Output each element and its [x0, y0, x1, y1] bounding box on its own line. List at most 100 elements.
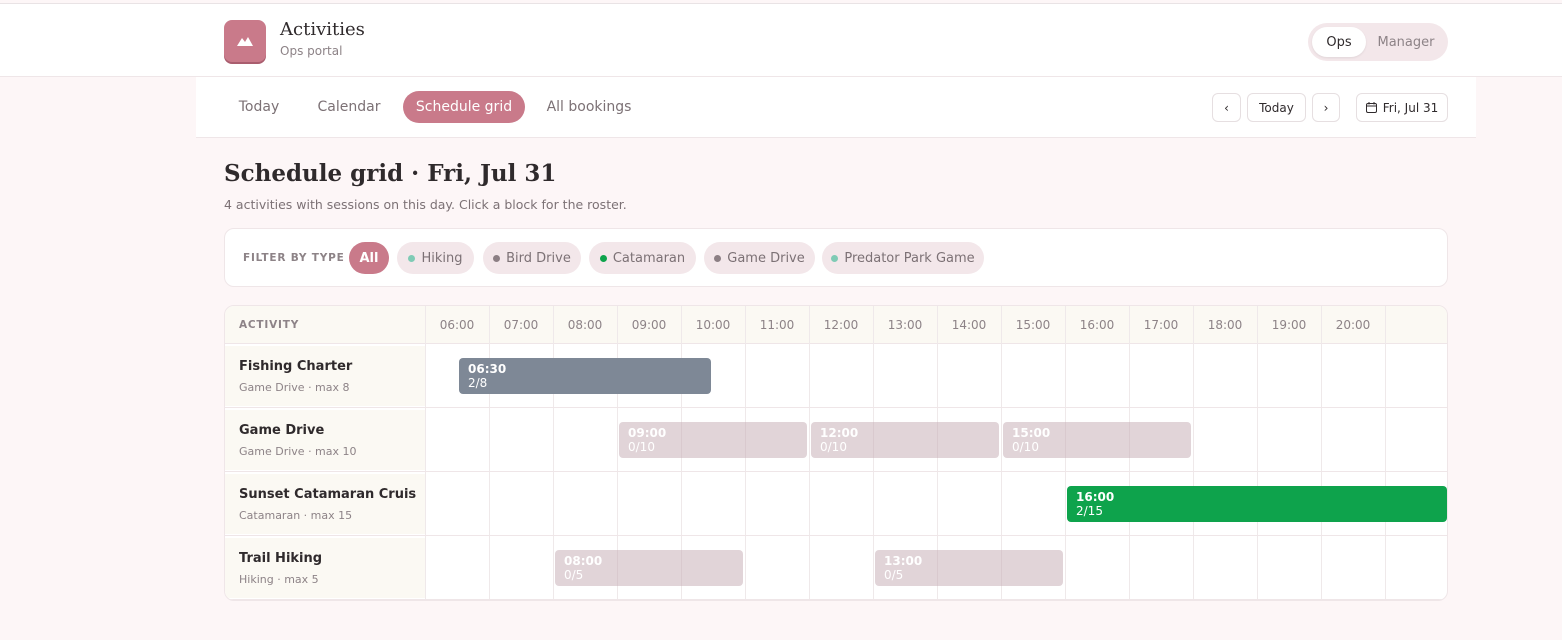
session-time: 12:00 — [820, 426, 859, 440]
activity-cell: Sunset Catamaran Cruis Catamaran · max 15 — [225, 474, 425, 534]
dot-icon — [831, 254, 839, 262]
chip-label: Game Drive — [727, 250, 805, 266]
grid-divider — [1001, 306, 1002, 344]
hour-label: 06:00 — [439, 318, 475, 332]
prev-day-button[interactable]: ‹ — [1212, 93, 1241, 122]
hour-label: 07:00 — [503, 318, 539, 332]
session-time: 15:00 — [1012, 426, 1051, 440]
activity-cell: Fishing Charter Game Drive · max 8 — [225, 346, 425, 406]
filter-chip-catamaran[interactable]: Catamaran — [589, 242, 696, 274]
page-subtitle: 4 activities with sessions on this day. … — [224, 197, 627, 212]
grid-divider — [1193, 306, 1194, 344]
filter-chip-predator-park-game[interactable]: Predator Park Game — [822, 242, 984, 274]
tab-calendar[interactable]: Calendar — [306, 91, 392, 123]
grid-divider — [1321, 306, 1322, 344]
session-block[interactable]: 08:00 0/5 — [555, 550, 743, 586]
session-block[interactable]: 12:00 0/10 — [811, 422, 999, 458]
activity-column-header: ACTIVITY — [239, 319, 300, 331]
session-time: 08:00 — [564, 554, 603, 568]
hour-label: 09:00 — [631, 318, 667, 332]
grid-divider — [617, 306, 618, 344]
session-time: 13:00 — [884, 554, 923, 568]
table-row: Game Drive Game Drive · max 10 09:00 0/10 12… — [225, 408, 1447, 472]
date-picker-label: Fri, Jul 31 — [1382, 100, 1439, 115]
hour-label: 19:00 — [1271, 318, 1307, 332]
hour-label: 12:00 — [823, 318, 859, 332]
session-time: 09:00 — [628, 426, 667, 440]
grid-divider — [489, 306, 490, 344]
role-toggle: Ops Manager — [1308, 23, 1448, 61]
hour-label: 14:00 — [951, 318, 987, 332]
grid-divider — [681, 306, 682, 344]
next-day-button[interactable]: › — [1312, 93, 1340, 122]
table-row: Sunset Catamaran Cruis Catamaran · max 15… — [225, 472, 1447, 536]
hour-label: 08:00 — [567, 318, 603, 332]
calendar-icon — [1365, 102, 1377, 113]
tab-schedule-grid[interactable]: Schedule grid — [403, 91, 525, 123]
filter-chip-hiking[interactable]: Hiking — [397, 242, 474, 274]
session-block[interactable]: 13:00 0/5 — [875, 550, 1063, 586]
grid-divider — [745, 306, 746, 344]
session-block[interactable]: 16:00 2/15 — [1067, 486, 1447, 522]
activity-meta: Catamaran · max 15 — [239, 509, 353, 522]
grid-header: ACTIVITY 06:00 07:00 08:00 09:00 10:00 11:00 1… — [225, 306, 1447, 344]
session-time: 16:00 — [1076, 490, 1115, 504]
tab-all-bookings[interactable]: All bookings — [536, 91, 642, 123]
activity-name: Game Drive — [239, 423, 325, 438]
chevron-left-icon: ‹ — [1224, 100, 1229, 115]
grid-divider — [1257, 306, 1258, 344]
grid-divider — [1385, 306, 1386, 344]
session-count: 0/5 — [884, 568, 904, 582]
page-title: Schedule grid · Fri, Jul 31 — [224, 160, 557, 187]
activity-name: Fishing Charter — [239, 359, 353, 374]
dot-icon — [493, 254, 501, 262]
hour-label: 20:00 — [1335, 318, 1371, 332]
tab-today[interactable]: Today — [224, 91, 294, 123]
grid-divider — [873, 306, 874, 344]
hour-label: 17:00 — [1143, 318, 1179, 332]
schedule-grid: ACTIVITY 06:00 07:00 08:00 09:00 10:00 11:00 1… — [224, 305, 1448, 601]
hour-label: 15:00 — [1015, 318, 1051, 332]
session-block[interactable]: 15:00 0/10 — [1003, 422, 1191, 458]
session-block[interactable]: 06:30 2/8 — [459, 358, 711, 394]
app-logo[interactable] — [224, 20, 266, 62]
table-row: Trail Hiking Hiking · max 5 08:00 0/5 13:00 0… — [225, 536, 1447, 600]
dot-icon — [599, 254, 607, 262]
activity-meta: Game Drive · max 10 — [239, 445, 357, 458]
grid-divider — [809, 306, 810, 344]
activity-meta: Hiking · max 5 — [239, 573, 319, 586]
role-manager-button[interactable]: Manager — [1368, 27, 1444, 57]
grid-divider — [553, 306, 554, 344]
filter-chip-all[interactable]: All — [349, 242, 389, 274]
activity-cell: Trail Hiking Hiking · max 5 — [225, 538, 425, 598]
filter-chip-game-drive[interactable]: Game Drive — [704, 242, 815, 274]
app-subtitle: Ops portal — [280, 44, 343, 58]
today-button[interactable]: Today — [1247, 93, 1306, 122]
hour-label: 16:00 — [1079, 318, 1115, 332]
session-count: 0/5 — [564, 568, 584, 582]
session-count: 0/10 — [1012, 440, 1039, 454]
grid-divider — [1065, 306, 1066, 344]
activity-meta: Game Drive · max 8 — [239, 381, 350, 394]
chevron-right-icon: › — [1323, 100, 1329, 115]
chip-label: Bird Drive — [506, 250, 571, 266]
hour-label: 13:00 — [887, 318, 923, 332]
app-title: Activities — [280, 19, 365, 40]
role-ops-button[interactable]: Ops — [1312, 27, 1366, 57]
session-count: 2/15 — [1076, 504, 1103, 518]
chip-label: Predator Park Game — [844, 250, 975, 266]
chip-label: Hiking — [421, 250, 463, 266]
table-row: Fishing Charter Game Drive · max 8 06:30 2/… — [225, 344, 1447, 408]
session-block[interactable]: 09:00 0/10 — [619, 422, 807, 458]
filter-chip-bird-drive[interactable]: Bird Drive — [483, 242, 581, 274]
activity-cell: Game Drive Game Drive · max 10 — [225, 410, 425, 470]
session-time: 06:30 — [468, 362, 507, 376]
chip-label: Catamaran — [612, 250, 686, 266]
chip-label: All — [359, 250, 379, 266]
date-picker-button[interactable]: Fri, Jul 31 — [1356, 93, 1448, 122]
dot-icon — [714, 254, 722, 262]
hour-label: 11:00 — [759, 318, 795, 332]
session-count: 2/8 — [468, 376, 488, 390]
grid-divider — [1129, 306, 1130, 344]
grid-divider — [425, 306, 426, 344]
